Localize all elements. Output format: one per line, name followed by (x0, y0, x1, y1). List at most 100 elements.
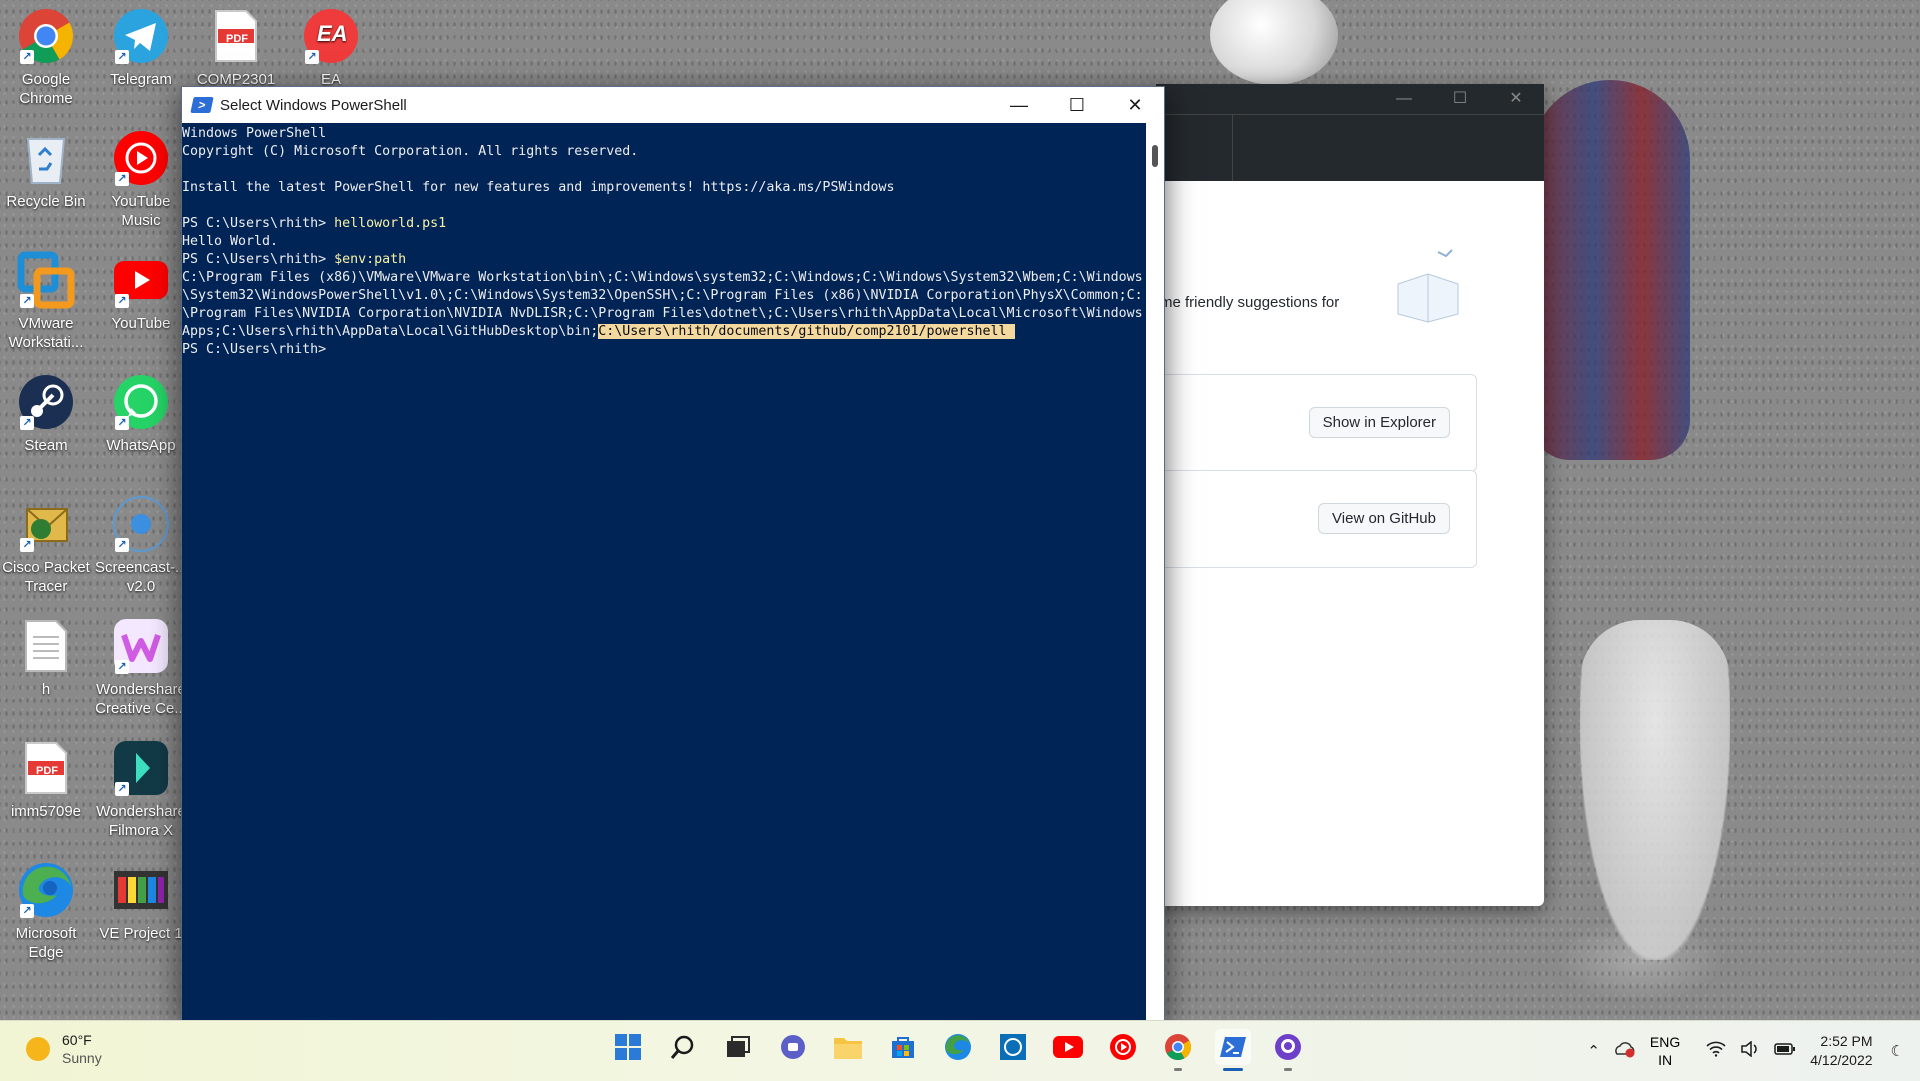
desktop-icon-whatsapp[interactable]: ↗ WhatsApp (95, 372, 187, 455)
console-prompt: PS C:\Users\rhith> (182, 216, 335, 231)
onedrive-error-icon[interactable] (1614, 1040, 1636, 1062)
ve-project-icon (111, 860, 171, 920)
maximize-button[interactable]: ☐ (1048, 87, 1106, 123)
desktop-icon-h[interactable]: h (0, 616, 92, 699)
github-desktop-titlebar: — ☐ ✕ (1156, 84, 1544, 114)
desktop-icon-vmware[interactable]: ↗ VMware Workstati... (0, 250, 92, 352)
weather-condition: Sunny (62, 1050, 102, 1066)
console-text: Apps;C:\Users\rhith\AppData\Local\GitHub… (182, 324, 599, 339)
taskbar-github-desktop[interactable] (1270, 1029, 1306, 1071)
taskbar-dell[interactable] (995, 1029, 1031, 1065)
taskbar-microsoft-store[interactable] (885, 1029, 921, 1065)
console-text: Hello World. (182, 234, 279, 249)
close-button[interactable]: ✕ (1106, 87, 1164, 123)
powershell-window[interactable]: > Select Windows PowerShell — ☐ ✕ Window… (181, 86, 1165, 1022)
packet-tracer-icon: ↗ (16, 494, 76, 554)
search-icon (670, 1035, 694, 1059)
powershell-icon: > (190, 97, 214, 113)
desktop-icon-label: h (41, 681, 51, 698)
desktop-icon-label: Telegram (110, 71, 172, 88)
taskbar-youtube[interactable] (1050, 1029, 1086, 1065)
folder-icon (834, 1038, 862, 1059)
console-selection[interactable]: C:\Users\rhith/documents/github/comp2101… (598, 324, 1015, 339)
taskbar-apps (610, 1029, 1306, 1071)
console-text: \Program Files\NVIDIA Corporation\NVIDIA… (182, 306, 1143, 321)
desktop-icon-imm5709e[interactable]: PDF imm5709e (0, 738, 92, 821)
taskbar-task-view[interactable] (720, 1029, 756, 1065)
console-text: Copyright (C) Microsoft Corporation. All… (182, 144, 639, 159)
pdf-badge: PDF (226, 33, 248, 45)
console-scrollbar[interactable] (1146, 123, 1164, 1021)
language-bottom: IN (1658, 1052, 1673, 1068)
taskbar-search[interactable] (665, 1029, 701, 1065)
running-indicator (1174, 1068, 1182, 1071)
running-indicator (1284, 1068, 1292, 1071)
desktop-icon-chrome[interactable]: ↗ Google Chrome (0, 6, 92, 108)
desktop-icon-comp2301[interactable]: PDF COMP2301 (190, 6, 282, 89)
desktop-icon-label: Microsoft Edge (15, 925, 77, 961)
taskbar-youtube-music[interactable] (1105, 1029, 1141, 1065)
shortcut-arrow-icon: ↗ (20, 416, 34, 430)
taskbar-chat[interactable] (775, 1029, 811, 1065)
shortcut-arrow-icon: ↗ (20, 294, 34, 308)
language-indicator[interactable]: ENG IN (1650, 1033, 1680, 1069)
desktop-icon-wondershare-creative[interactable]: ↗ Wondershare Creative Ce... (95, 616, 187, 718)
taskbar-start[interactable] (610, 1029, 646, 1065)
pdf-file-icon: PDF (16, 738, 76, 798)
desktop-icon-cisco-packet-tracer[interactable]: ↗ Cisco Packet Tracer (0, 494, 92, 596)
vmware-icon: ↗ (16, 250, 76, 310)
desktop-icon-steam[interactable]: ↗ Steam (0, 372, 92, 455)
close-icon[interactable]: ✕ (1488, 84, 1544, 114)
desktop-icon-recycle-bin[interactable]: Recycle Bin (0, 128, 92, 211)
github-window-controls: — ☐ ✕ (1376, 84, 1544, 114)
console-line: C:\Program Files (x86)\VMware\VMware Wor… (182, 269, 1146, 287)
console-command: $env:path (334, 252, 407, 267)
desktop-icon-ea[interactable]: EA ↗ EA (285, 6, 377, 89)
taskbar-edge[interactable] (940, 1029, 976, 1065)
telegram-icon: ↗ (111, 6, 171, 66)
wifi-icon[interactable] (1706, 1041, 1726, 1061)
desktop-icon-youtube-music[interactable]: ↗ YouTube Music (95, 128, 187, 230)
maximize-icon[interactable]: ☐ (1432, 84, 1488, 114)
console-output[interactable]: Windows PowerShell Copyright (C) Microsof… (182, 123, 1146, 1021)
text-file-icon (16, 616, 76, 676)
desktop-icon-screencast[interactable]: ↗ Screencast-... v2.0 (95, 494, 188, 596)
desktop-icon-ve-project[interactable]: VE Project 1 (95, 860, 187, 943)
github-desktop-window[interactable]: — ☐ ✕ me friendly suggestions for Show i… (1156, 84, 1544, 906)
windows-start-icon (615, 1034, 641, 1060)
taskbar-powershell[interactable] (1215, 1029, 1251, 1071)
view-on-github-button[interactable]: View on GitHub (1318, 503, 1450, 534)
ea-logo-text: EA (317, 21, 348, 46)
volume-icon[interactable] (1740, 1040, 1760, 1061)
console-prompt: PS C:\Users\rhith> (182, 342, 327, 357)
desktop-icon-microsoft-edge[interactable]: ↗ Microsoft Edge (0, 860, 92, 962)
shortcut-arrow-icon: ↗ (305, 50, 319, 64)
console-line: Apps;C:\Users\rhith\AppData\Local\GitHub… (182, 323, 1146, 341)
notifications-moon-icon[interactable]: ☾ (1891, 1042, 1904, 1060)
desktop-icon-youtube[interactable]: ↗ YouTube (95, 250, 187, 333)
wallpaper-player-white (1580, 620, 1730, 960)
desktop-icon-telegram[interactable]: ↗ Telegram (95, 6, 187, 89)
youtube-icon: ↗ (111, 250, 171, 310)
taskbar-chrome[interactable] (1160, 1029, 1196, 1071)
minimize-icon: — (1010, 94, 1028, 115)
console-command: helloworld.ps1 (334, 216, 447, 231)
show-hidden-icons-chevron-up-icon[interactable]: ⌃ (1587, 1042, 1600, 1060)
desktop-icon-label: Steam (24, 437, 68, 454)
taskbar-file-explorer[interactable] (830, 1029, 866, 1065)
github-desktop-icon (1275, 1034, 1301, 1060)
pdf-file-icon: PDF (206, 6, 266, 66)
minimize-icon[interactable]: — (1376, 84, 1432, 114)
console-line: Install the latest PowerShell for new fe… (182, 179, 1146, 197)
desktop-icon-filmora[interactable]: ↗ Wondershare Filmora X (95, 738, 187, 840)
minimize-button[interactable]: — (990, 87, 1048, 123)
battery-icon[interactable] (1774, 1042, 1796, 1060)
edge-icon (945, 1034, 971, 1060)
weather-widget[interactable]: 60°F Sunny (26, 1031, 102, 1067)
window-controls: — ☐ ✕ (990, 87, 1164, 123)
scrollbar-thumb[interactable] (1152, 145, 1158, 167)
powershell-titlebar[interactable]: > Select Windows PowerShell — ☐ ✕ (182, 87, 1164, 123)
clock[interactable]: 2:52 PM 4/12/2022 (1810, 1032, 1872, 1070)
show-in-explorer-button[interactable]: Show in Explorer (1308, 407, 1450, 438)
youtube-icon (1053, 1036, 1083, 1058)
